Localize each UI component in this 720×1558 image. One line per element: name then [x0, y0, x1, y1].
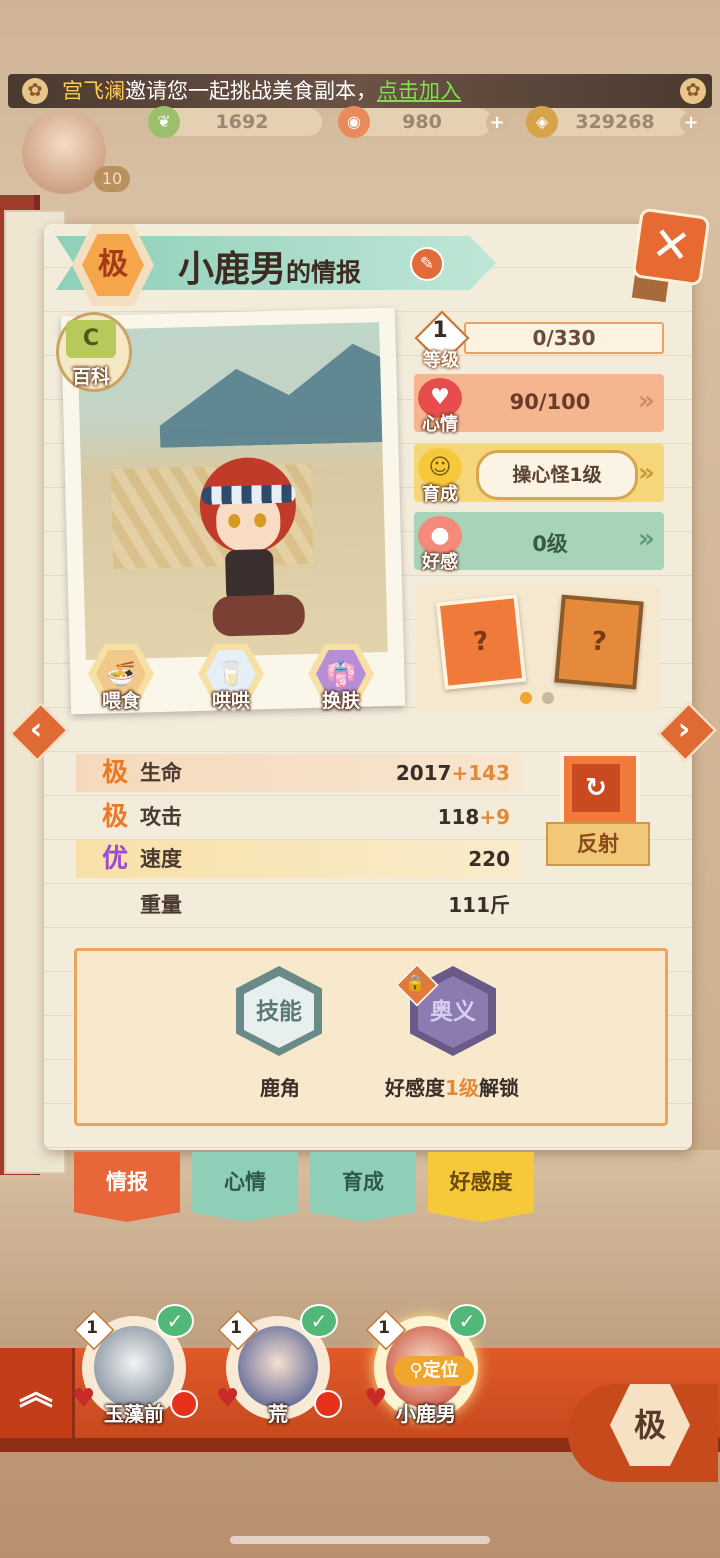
invite-message: 邀请您一起挑战美食副本， — [125, 79, 377, 103]
invite-text: 宫飞澜邀请您一起挑战美食副本，点击加入 — [62, 74, 461, 108]
level-value: 1 — [432, 318, 448, 343]
attr-value: 220 — [468, 847, 510, 871]
tab-mood[interactable]: 心情 — [192, 1152, 298, 1222]
expand-up-button[interactable]: ︽ — [0, 1348, 75, 1438]
leaf-currency-icon: ❦ — [148, 106, 180, 138]
close-button[interactable]: ✕ — [631, 207, 711, 287]
coax-label: 哄哄 — [211, 690, 250, 712]
coin-currency-value: 329268 — [540, 108, 690, 136]
locate-button[interactable]: ⚲定位 — [394, 1356, 474, 1386]
chevron-left-icon: ‹ — [29, 712, 43, 747]
chevron-right-icon: › — [677, 712, 691, 747]
member-name: 荒 — [268, 1402, 288, 1426]
location-pin-icon: ⚲ — [409, 1360, 423, 1381]
team-member[interactable]: 1 ✓ ♥ 玉藻前 — [72, 1304, 198, 1426]
member-name: 玉藻前 — [104, 1402, 164, 1426]
tab-affection[interactable]: 好感度 — [428, 1152, 534, 1222]
feed-button[interactable]: 🍜 喂食 — [88, 644, 154, 712]
attr-grade: 极 — [101, 802, 128, 832]
page-dot-active[interactable] — [520, 692, 532, 704]
title-suffix: 的情报 — [286, 258, 362, 287]
fish-currency-icon: ◉ — [338, 106, 370, 138]
encyclopedia-label: 百科 — [71, 366, 110, 388]
coax-button[interactable]: 🥛 哄哄 — [198, 644, 264, 712]
exp-bar: 0/330 — [464, 322, 664, 354]
lock-icon: 🔒 — [405, 973, 425, 992]
coin-currency-icon: ◈ — [526, 106, 558, 138]
check-icon: ✓ — [448, 1304, 486, 1338]
home-indicator[interactable] — [230, 1536, 490, 1544]
attr-grade: 优 — [101, 844, 128, 874]
check-icon: ✓ — [300, 1304, 338, 1338]
locked-memory-card[interactable]: ? — [435, 593, 527, 691]
flower-icon: ✿ — [22, 78, 48, 104]
inviter-name: 宫飞澜 — [62, 79, 125, 103]
chevron-right-icon: » — [638, 524, 655, 554]
mood-label: 心情 — [422, 414, 458, 435]
change-skin-button[interactable]: 👘 换肤 — [308, 644, 374, 712]
skills-box — [74, 948, 668, 1126]
leaf-currency-value: 1692 — [162, 108, 322, 136]
character-sprite — [190, 444, 306, 647]
page-title: 小鹿男的情报 — [178, 240, 361, 292]
attr-value: 111斤 — [448, 893, 510, 917]
attr-name: 生命 — [140, 761, 182, 785]
reflect-label: 反射 — [546, 822, 650, 866]
tab-training[interactable]: 育成 — [310, 1152, 416, 1222]
training-label: 育成 — [422, 484, 458, 505]
page-dot[interactable] — [542, 692, 554, 704]
attr-name: 攻击 — [140, 805, 182, 829]
change-skin-label: 换肤 — [321, 690, 360, 712]
level-label: 等级 — [423, 350, 459, 371]
chevron-right-icon: » — [638, 458, 655, 488]
character-name: 小鹿男 — [178, 249, 287, 290]
mountain-backdrop — [157, 331, 387, 448]
attr-name: 重量 — [140, 893, 182, 917]
add-coin-button[interactable]: + — [680, 112, 702, 134]
training-value-pill: 操心怪1级 — [476, 450, 638, 500]
ultimate-unlock-label: 好感度1级解锁 — [385, 1076, 519, 1100]
affection-value: 0级 — [532, 532, 568, 556]
join-link[interactable]: 点击加入 — [377, 79, 461, 103]
attr-name: 速度 — [140, 847, 182, 871]
add-fish-button[interactable]: + — [486, 112, 508, 134]
affection-label: 好感 — [422, 552, 458, 573]
attr-value: 2017+143 — [395, 761, 510, 785]
invite-notice[interactable]: ✿ 宫飞澜邀请您一起挑战美食副本，点击加入 ✿ — [8, 74, 712, 108]
player-level: 10 — [94, 166, 130, 192]
feed-label: 喂食 — [101, 690, 140, 712]
flower-icon: ✿ — [680, 78, 706, 104]
check-icon: ✓ — [156, 1304, 194, 1338]
member-name: 小鹿男 — [396, 1402, 456, 1426]
locked-memory-card[interactable]: ? — [554, 594, 644, 690]
skill-name: 鹿角 — [260, 1076, 300, 1100]
reflect-icon: ↻ — [572, 764, 620, 812]
attr-grade: 极 — [101, 758, 128, 788]
edit-name-icon[interactable]: ✎ — [410, 247, 444, 281]
mood-value: 90/100 — [509, 390, 591, 414]
chevron-right-icon: » — [638, 386, 655, 416]
attr-value: 118+9 — [437, 805, 510, 829]
team-member[interactable]: 1 ✓ ♥ 荒 — [216, 1304, 342, 1426]
book-icon: C — [66, 320, 116, 358]
tab-info[interactable]: 情报 — [74, 1152, 180, 1222]
fish-currency-value: 980 — [352, 108, 492, 136]
